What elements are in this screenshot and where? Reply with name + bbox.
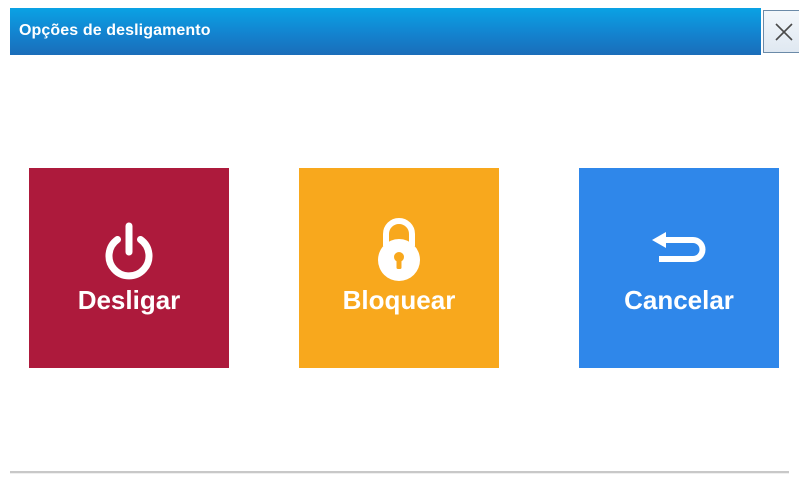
cancel-label: Cancelar — [624, 285, 734, 315]
shutdown-label: Desligar — [77, 285, 181, 315]
bottom-divider — [10, 471, 789, 474]
dialog-title: Opções de desligamento — [19, 22, 211, 39]
power-icon — [29, 220, 229, 285]
lock-label: Bloquear — [342, 285, 456, 315]
cancel-button[interactable]: Cancelar — [579, 168, 779, 368]
padlock-icon — [299, 216, 499, 287]
lock-button[interactable]: Bloquear — [299, 168, 499, 368]
shutdown-button[interactable]: Desligar — [29, 168, 229, 368]
dialog-titlebar: Opções de desligamento — [10, 8, 761, 55]
close-icon — [775, 23, 793, 41]
close-button[interactable] — [763, 10, 799, 53]
return-arrow-icon — [579, 232, 779, 273]
